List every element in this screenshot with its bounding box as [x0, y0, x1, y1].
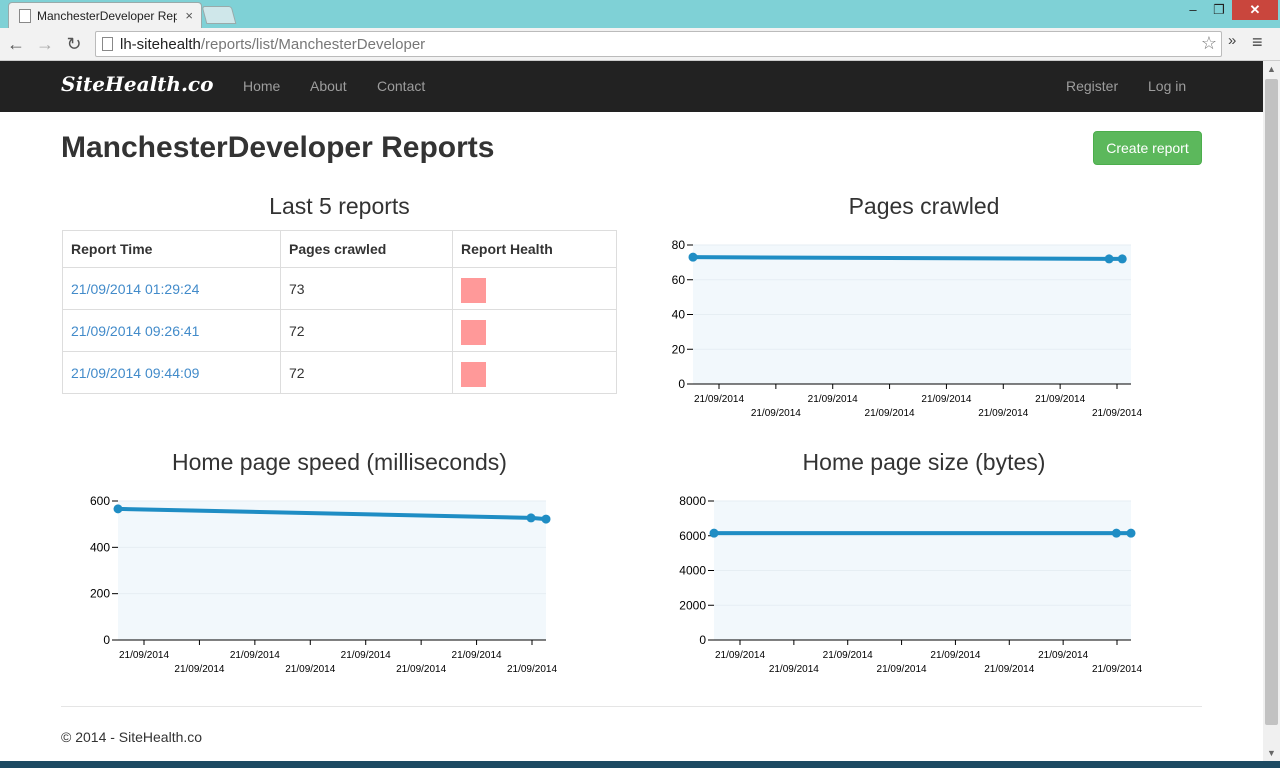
- x-tick-label: 21/09/2014: [877, 664, 927, 675]
- vertical-scrollbar[interactable]: ▲ ▼: [1263, 61, 1280, 761]
- x-tick-label: 21/09/2014: [984, 664, 1034, 675]
- y-tick-label: 6000: [679, 529, 706, 543]
- minimize-button[interactable]: –: [1180, 0, 1206, 20]
- y-tick-label: 2000: [679, 598, 706, 612]
- footer-divider: [61, 706, 1202, 707]
- new-tab-button[interactable]: [201, 6, 237, 24]
- y-tick-label: 0: [699, 633, 706, 647]
- y-tick-label: 4000: [679, 564, 706, 578]
- address-bar[interactable]: lh-sitehealth/reports/list/ManchesterDev…: [95, 31, 1222, 57]
- close-window-button[interactable]: ✕: [1232, 0, 1278, 20]
- data-point: [1126, 528, 1136, 538]
- y-tick-label: 8000: [679, 494, 706, 508]
- menu-icon[interactable]: ≡: [1252, 32, 1263, 53]
- extensions-chevron-icon[interactable]: »: [1228, 32, 1236, 49]
- tab-title: ManchesterDeveloper Rep: [37, 8, 177, 23]
- page-icon: [102, 37, 113, 51]
- page-icon: [19, 8, 31, 23]
- maximize-button[interactable]: ❐: [1206, 0, 1232, 20]
- page-viewport: SiteHealth.co Home About Contact Registe…: [0, 61, 1263, 761]
- bookmark-star-icon[interactable]: ☆: [1201, 33, 1217, 54]
- browser-tab[interactable]: ManchesterDeveloper Rep ×: [8, 2, 202, 28]
- forward-arrow-icon[interactable]: →: [33, 32, 57, 56]
- x-tick-label: 21/09/2014: [769, 664, 819, 675]
- data-point: [709, 528, 719, 538]
- x-tick-label: 21/09/2014: [715, 650, 765, 661]
- browser-titlebar: ManchesterDeveloper Rep × – ❐ ✕: [0, 0, 1280, 28]
- url-text[interactable]: lh-sitehealth/reports/list/ManchesterDev…: [120, 36, 425, 53]
- browser-toolbar: ← → ↻ lh-sitehealth/reports/list/Manches…: [0, 28, 1280, 61]
- scroll-thumb[interactable]: [1265, 79, 1278, 725]
- scroll-down-arrow-icon[interactable]: ▼: [1263, 745, 1280, 761]
- back-arrow-icon[interactable]: ←: [4, 32, 28, 56]
- data-point: [1111, 528, 1121, 538]
- os-taskbar: [0, 761, 1280, 768]
- x-tick-label: 21/09/2014: [823, 650, 873, 661]
- footer-copyright: © 2014 - SiteHealth.co: [61, 729, 203, 745]
- x-tick-label: 21/09/2014: [930, 650, 980, 661]
- x-tick-label: 21/09/2014: [1092, 664, 1142, 675]
- home-page-size-chart: 0200040006000800021/09/201421/09/201421/…: [679, 494, 1142, 675]
- reload-icon[interactable]: ↻: [62, 32, 86, 56]
- x-tick-label: 21/09/2014: [1038, 650, 1088, 661]
- close-tab-icon[interactable]: ×: [185, 8, 193, 23]
- scroll-up-arrow-icon[interactable]: ▲: [1263, 61, 1280, 77]
